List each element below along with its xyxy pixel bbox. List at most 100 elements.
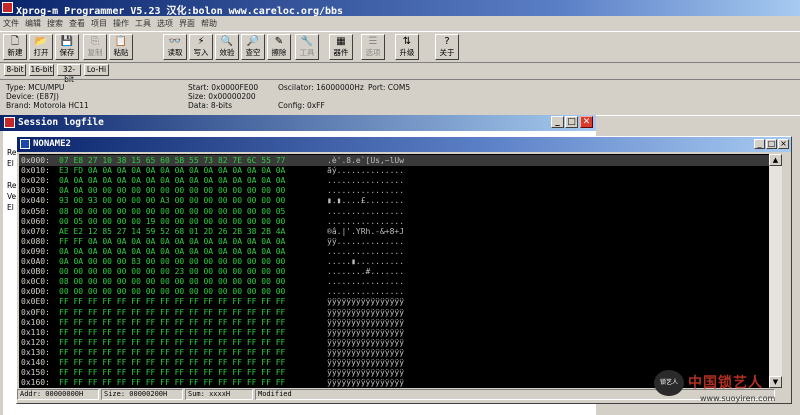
device-chip-icon: ▦: [336, 36, 346, 47]
bit-mode-button[interactable]: Lo-Hi: [84, 64, 109, 76]
editor-maximize-button[interactable]: □: [766, 139, 777, 149]
data-width-label: Data: 8-bits: [188, 101, 232, 110]
session-log-line: El: [7, 159, 14, 168]
port-label: Port: COM5: [368, 83, 411, 92]
watermark-logo-text: 锁艺人: [659, 379, 678, 386]
toolbar-button[interactable]: ⇅ 升级: [395, 34, 419, 60]
menu-item[interactable]: 文件: [0, 16, 22, 29]
editor-window-title-bar[interactable]: NONAME2 _ □ ×: [17, 137, 791, 152]
toolbar-button[interactable]: ⎘ 复制: [83, 34, 107, 60]
save-icon: 💾: [60, 36, 74, 47]
watermark-url: www.suoyiren.com: [700, 394, 776, 403]
menu-item[interactable]: 项目: [88, 16, 110, 29]
bit-mode-button[interactable]: 16-bit: [29, 64, 54, 76]
brand-label: Brand: Motorola HC11: [6, 101, 89, 110]
erase-icon: ✎: [274, 36, 284, 47]
toolbar-button[interactable]: ⚡ 写入: [189, 34, 213, 60]
toolbar-button-label: 工具: [299, 48, 315, 57]
session-window-title: Session logfile: [18, 117, 104, 128]
hex-row-ascii: ÿÿÿÿÿÿÿÿÿÿÿÿÿÿÿÿ: [327, 378, 405, 388]
watermark-logo: 锁艺人: [654, 370, 684, 396]
about-icon: ?: [444, 36, 450, 47]
paste-icon: 📋: [114, 36, 128, 47]
toolbar-button[interactable]: 👓 读取: [163, 34, 187, 60]
toolbar-button-label: 关于: [439, 48, 455, 57]
config-label: Config: 0xFF: [278, 101, 325, 110]
menu-item[interactable]: 界面: [176, 16, 198, 29]
toolbar-button-label: 写入: [193, 48, 209, 57]
toolbar-button-label: 擦除: [271, 48, 287, 57]
watermark-title: 中国锁艺人: [688, 375, 763, 391]
toolbar-button-label: 升级: [399, 48, 415, 57]
scroll-up-arrow-icon[interactable]: ▲: [769, 154, 782, 166]
toolbar-button[interactable]: ☰ 选项: [361, 34, 385, 60]
toolbar-button-label: 新建: [7, 48, 23, 57]
device-label: Device: (E87J): [6, 92, 59, 101]
session-window-title-bar[interactable]: Session logfile _ □ ✕: [0, 115, 596, 131]
toolbar-button-label: 读取: [167, 48, 183, 57]
upgrade-icon: ⇅: [402, 36, 412, 47]
options-icon: ☰: [368, 36, 378, 47]
toolbar-button-label: 粘贴: [113, 48, 129, 57]
editor-window-title: NONAME2: [33, 139, 71, 149]
editor-window-icon: [20, 139, 30, 149]
oscillator-label: Oscilator: 16000000Hz: [278, 83, 364, 92]
toolbar-button[interactable]: 💾 保存: [55, 34, 79, 60]
toolbar-button[interactable]: 🗋 新建: [3, 34, 27, 60]
toolbar-button-label: 选项: [365, 48, 381, 57]
toolbar-button-label: 复制: [87, 48, 103, 57]
menu-item[interactable]: 工具: [132, 16, 154, 29]
main-title-bar[interactable]: Xprog-m Programmer V5.23 汉化:bolon www.ca…: [0, 0, 800, 17]
scroll-down-arrow-icon[interactable]: ▼: [769, 376, 782, 388]
toolbar-button-label: 效验: [219, 48, 235, 57]
menu-item[interactable]: 编辑: [22, 16, 44, 29]
blank-check-icon: 🔎: [246, 36, 260, 47]
hex-row-bytes: FF FF FF FF FF FF FF FF FF FF FF FF FF F…: [59, 378, 286, 388]
menu-bar: 文件 编辑 搜索 查看 项目 操作 工具 选项 界面 帮助: [0, 16, 800, 30]
session-log-line: Ve: [7, 192, 17, 201]
toolbar-button[interactable]: 📂 打开: [29, 34, 53, 60]
close-button[interactable]: ✕: [580, 116, 593, 128]
hex-editor-area[interactable]: 0x000: 07 E8 27 10 38 15 65 60 5B 55 73 8…: [19, 154, 769, 388]
toolbar-button[interactable]: 📋 粘贴: [109, 34, 133, 60]
toolbar-button[interactable]: ? 关于: [435, 34, 459, 60]
session-window-icon: [4, 117, 15, 128]
bit-mode-button[interactable]: 8-bit: [4, 64, 26, 76]
toolbar-button-label: 打开: [33, 48, 49, 57]
bit-mode-button[interactable]: 32-bit: [57, 64, 81, 84]
toolbar-button[interactable]: ✎ 擦除: [267, 34, 291, 60]
menu-item[interactable]: 选项: [154, 16, 176, 29]
editor-minimize-button[interactable]: _: [754, 139, 765, 149]
new-file-icon: 🗋: [10, 36, 20, 47]
verify-icon: 🔍: [220, 36, 234, 47]
maximize-button[interactable]: □: [565, 116, 578, 128]
write-icon: ⚡: [197, 36, 205, 47]
vertical-scrollbar[interactable]: ▲ ▼: [769, 154, 782, 388]
app-title: Xprog-m Programmer V5.23 汉化:bolon www.ca…: [16, 6, 344, 17]
start-label: Start: 0x0000FE00: [188, 83, 259, 92]
toolbar: 🗋 新建 📂 打开 💾 保存 ⎘ 复制 📋 粘贴 👓 读取 ⚡ 写入 🔍 效验 🔎 查空 ✎ 擦除 🔧 工具 ▦ 器件 ☰ 选项 ⇅…: [0, 31, 800, 63]
menu-item[interactable]: 查看: [66, 16, 88, 29]
bit-width-bar: 8-bit 16-bit 32-bit Lo-Hi: [0, 62, 800, 84]
open-folder-icon: 📂: [34, 36, 48, 47]
menu-item[interactable]: 帮助: [198, 16, 220, 29]
toolbar-button[interactable]: ▦ 器件: [329, 34, 353, 60]
toolbar-button-label: 器件: [333, 48, 349, 57]
hex-row-address: 0x160:: [21, 378, 50, 388]
toolbar-button[interactable]: 🔧 工具: [295, 34, 319, 60]
minimize-button[interactable]: _: [551, 116, 564, 128]
session-log-line: El: [7, 203, 14, 212]
menu-item[interactable]: 操作: [110, 16, 132, 29]
read-icon: 👓: [168, 36, 182, 47]
toolbar-button[interactable]: 🔍 效验: [215, 34, 239, 60]
menu-item[interactable]: 搜索: [44, 16, 66, 29]
toolbar-button-label: 查空: [245, 48, 261, 57]
toolbar-button[interactable]: 🔎 查空: [241, 34, 265, 60]
copy-icon: ⎘: [91, 36, 99, 47]
device-info-panel: Type: MCU/MPU Device: (E87J) Brand: Moto…: [0, 79, 800, 116]
editor-close-button[interactable]: ×: [778, 139, 789, 149]
size-label: Size: 0x00000200: [188, 92, 256, 101]
toolbar-button-label: 保存: [59, 48, 75, 57]
app-icon: [2, 2, 13, 13]
tools-icon: 🔧: [300, 36, 314, 47]
